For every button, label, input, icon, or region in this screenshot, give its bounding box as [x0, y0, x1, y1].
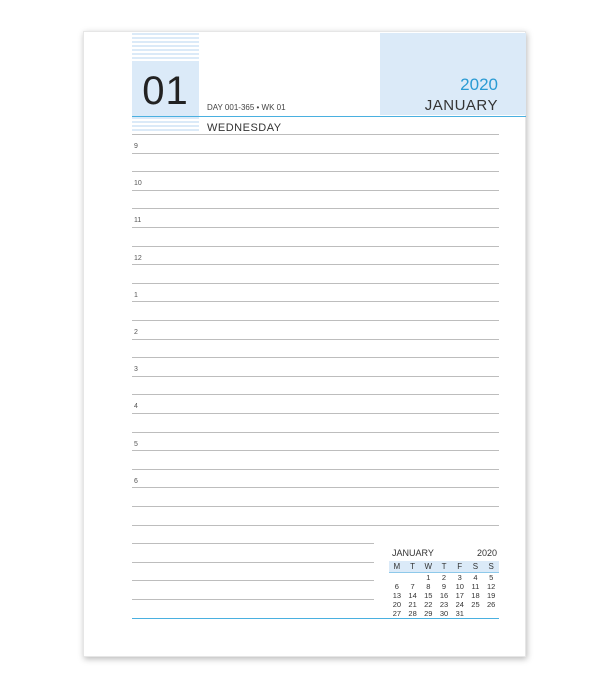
mini-calendar-day: 24: [455, 600, 464, 609]
mini-calendar: JANUARY 2020 MTWTFSS 1 2 3 4 5 6 7 8 9 10 11 12 13 14…: [389, 548, 499, 618]
mini-calendar-day: [405, 573, 421, 582]
mini-calendar-day: [483, 609, 499, 618]
ruled-line: [132, 301, 499, 303]
ruled-line: [132, 338, 499, 340]
ruled-line: [132, 580, 374, 582]
mini-calendar-day: 26: [487, 600, 496, 609]
mini-calendar-weekday: F: [457, 562, 463, 571]
mini-calendar-day: 19: [487, 591, 496, 600]
mini-calendar-day: 20: [392, 600, 402, 609]
ruled-line: [132, 431, 499, 433]
hour-label: 6: [134, 477, 138, 485]
hour-label: 4: [134, 403, 138, 411]
mini-calendar-weekday: W: [424, 562, 433, 571]
mini-calendar-day: 17: [455, 591, 464, 600]
ruled-line: [132, 487, 499, 489]
mini-calendar-day: 11: [471, 582, 480, 591]
ruled-line: [132, 394, 499, 396]
mini-calendar-week: 20 21 22 23 24 25 26: [389, 600, 499, 609]
mini-calendar-week: 13 14 15 16 17 18 19: [389, 591, 499, 600]
footer-rule: [132, 618, 499, 619]
mini-calendar-day: 8: [426, 582, 431, 591]
mini-calendar-weeks: 1 2 3 4 5 6 7 8 9 10 11 12 13 14 15 16 17 18 19 20 21 22 23 24 2…: [389, 573, 499, 618]
ruled-line: [132, 264, 499, 266]
mini-calendar-month: JANUARY: [392, 548, 434, 558]
ruled-line: [132, 152, 499, 154]
month-label: JANUARY: [424, 97, 498, 114]
mini-calendar-day: 29: [424, 609, 433, 618]
ruled-line: [132, 320, 499, 321]
mini-calendar-day: 28: [408, 609, 417, 618]
mini-calendar-header: JANUARY 2020: [389, 548, 499, 560]
ruled-line: [132, 134, 499, 135]
mini-calendar-weekday: M: [393, 562, 401, 571]
ruled-line: [132, 413, 499, 414]
ruled-line: [132, 208, 499, 210]
mini-calendar-weekday: T: [441, 562, 447, 571]
mini-calendar-day: 21: [408, 600, 417, 609]
ruled-line: [132, 450, 499, 452]
mini-calendar-day: 23: [439, 600, 449, 609]
mini-calendar-day: 13: [392, 591, 402, 600]
hour-label: 5: [134, 440, 138, 448]
mini-calendar-day: 1: [426, 573, 431, 582]
hour-label: 11: [134, 217, 142, 225]
mini-calendar-day: [389, 573, 405, 582]
ruled-line: [132, 561, 374, 563]
ruled-line: [132, 375, 499, 377]
hour-label: 2: [134, 329, 138, 336]
ruled-line: [132, 543, 374, 545]
hour-label: 10: [134, 180, 142, 188]
mini-calendar-day: 7: [410, 582, 415, 591]
hour-label: 9: [134, 143, 138, 150]
ruled-line: [132, 282, 499, 284]
year-label: 2020: [460, 75, 498, 94]
weekday-label: WEDNESDAY: [207, 122, 282, 134]
mini-calendar-day: 2: [441, 573, 447, 582]
mini-calendar-day: 14: [408, 591, 417, 600]
month-year-box: 2020 JANUARY: [380, 33, 526, 115]
mini-calendar-weekday: S: [472, 562, 479, 571]
mini-calendar-day: 31: [455, 609, 464, 618]
mini-calendar-day: 22: [424, 600, 433, 609]
mini-calendar-day: 9: [441, 582, 447, 591]
mini-calendar-day: 5: [489, 573, 494, 582]
mini-calendar-day: 25: [471, 600, 480, 609]
mini-calendar-weekdays: MTWTFSS: [389, 561, 499, 573]
mini-calendar-day: 15: [424, 591, 433, 600]
mini-calendar-day: 18: [471, 591, 480, 600]
mini-calendar-day: 6: [394, 582, 399, 591]
mini-calendar-day: 12: [487, 582, 496, 591]
planner-page: 01 2020 JANUARY DAY 001-365 • WK 01 WEDN…: [83, 31, 526, 657]
ruled-line: [132, 599, 374, 600]
mini-calendar-weekday: S: [488, 562, 494, 571]
day-number: 01: [142, 69, 189, 113]
ruled-line: [132, 245, 499, 247]
mini-calendar-year: 2020: [476, 548, 497, 558]
ruled-line: [132, 524, 499, 526]
hour-label: 12: [134, 254, 142, 262]
hour-label: 3: [134, 366, 138, 374]
mini-calendar-day: 27: [392, 609, 402, 618]
mini-calendar-day: 4: [473, 573, 478, 582]
ruled-line: [132, 506, 499, 507]
hour-label: 1: [134, 291, 138, 299]
mini-calendar-week: 27 28 29 30 31: [389, 609, 499, 618]
mini-calendar-weekday: T: [410, 562, 416, 571]
ruled-line: [132, 227, 499, 228]
mini-calendar-day: [468, 609, 484, 618]
mini-calendar-week: 6 7 8 9 10 11 12: [389, 582, 499, 591]
mini-calendar-week: 1 2 3 4 5: [389, 573, 499, 582]
mini-calendar-day: 30: [439, 609, 449, 618]
ruled-line: [132, 468, 499, 470]
day-number-box: 01: [132, 33, 199, 133]
ruled-line: [132, 171, 499, 173]
mini-calendar-day: 16: [439, 591, 449, 600]
header-rule: [132, 116, 526, 117]
ruled-line: [132, 189, 499, 191]
ruled-line: [132, 357, 499, 359]
day-week-info: DAY 001-365 • WK 01: [207, 103, 286, 112]
mini-calendar-day: 10: [455, 582, 464, 591]
mini-calendar-day: 3: [457, 573, 462, 582]
